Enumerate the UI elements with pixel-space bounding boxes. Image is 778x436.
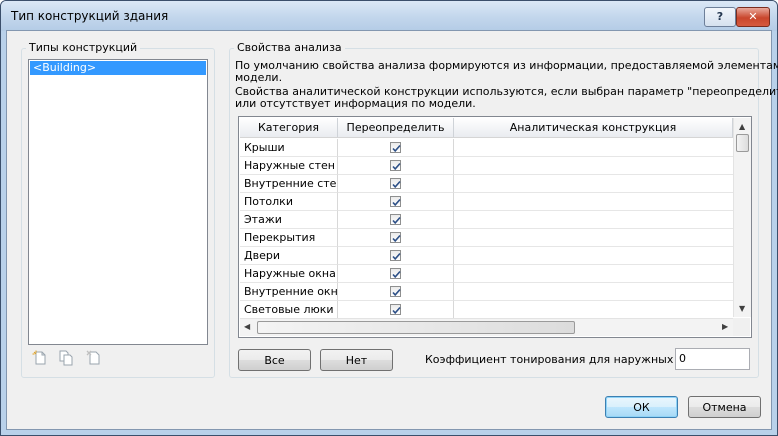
vertical-scroll-thumb[interactable]	[736, 134, 749, 152]
override-checkbox[interactable]	[390, 268, 401, 279]
construction-cell[interactable]	[454, 247, 733, 265]
construction-cell[interactable]	[454, 301, 733, 319]
category-cell: Этажи	[240, 211, 338, 229]
select-all-button[interactable]: Все	[238, 349, 311, 371]
scroll-right-icon[interactable]: ▶	[722, 322, 728, 331]
checkmark-icon	[392, 162, 401, 171]
scroll-up-icon[interactable]: ▲	[739, 122, 745, 131]
category-cell: Внутренние окн	[240, 283, 338, 301]
category-cell: Световые люки	[240, 301, 338, 319]
override-checkbox[interactable]	[390, 196, 401, 207]
override-checkbox[interactable]	[390, 142, 401, 153]
checkmark-icon	[392, 144, 401, 153]
analysis-description-line-1: По умолчанию свойства анализа формируютс…	[235, 59, 778, 72]
table-row[interactable]: Потолки	[240, 193, 733, 211]
help-button[interactable]: ?	[704, 7, 736, 27]
column-header-construction[interactable]: Аналитическая конструкция	[454, 118, 733, 138]
new-type-icon[interactable]	[32, 350, 48, 366]
checkmark-icon	[392, 270, 401, 279]
vertical-scrollbar[interactable]: ▲ ▼	[733, 118, 751, 317]
override-cell	[338, 229, 454, 247]
table-row[interactable]: Световые люки	[240, 301, 733, 319]
checkmark-icon	[392, 216, 401, 225]
checkmark-icon	[392, 234, 401, 243]
ok-button[interactable]: ОК	[605, 396, 678, 418]
category-cell: Крыши	[240, 139, 338, 157]
construction-cell[interactable]	[454, 157, 733, 175]
category-cell: Внутренние стен	[240, 175, 338, 193]
types-group-title: Типы конструкций	[26, 41, 141, 54]
horizontal-scrollbar[interactable]: ◀ ▶	[240, 318, 733, 336]
horizontal-scroll-thumb[interactable]	[257, 321, 575, 334]
override-cell	[338, 283, 454, 301]
delete-type-icon[interactable]	[86, 350, 102, 366]
checkmark-icon	[392, 180, 401, 189]
override-cell	[338, 139, 454, 157]
construction-cell[interactable]	[454, 265, 733, 283]
checkmark-icon	[392, 288, 401, 297]
select-none-button[interactable]: Нет	[320, 349, 393, 371]
override-cell	[338, 157, 454, 175]
analysis-group-title: Свойства анализа	[234, 41, 345, 54]
construction-cell[interactable]	[454, 193, 733, 211]
override-cell	[338, 265, 454, 283]
table-row[interactable]: Внутренние стен	[240, 175, 733, 193]
close-button[interactable]: ✕	[736, 7, 770, 27]
construction-cell[interactable]	[454, 229, 733, 247]
column-header-category[interactable]: Категория	[240, 118, 338, 138]
window-title: Тип конструкций здания	[11, 9, 169, 23]
analysis-description-line-4: или отсутствует информация по модели.	[235, 97, 476, 110]
override-cell	[338, 301, 454, 319]
category-cell: Потолки	[240, 193, 338, 211]
checkmark-icon	[392, 198, 401, 207]
table-row[interactable]: Двери	[240, 247, 733, 265]
category-cell: Двери	[240, 247, 338, 265]
title-bar[interactable]: Тип конструкций здания ? ✕	[1, 1, 777, 31]
analysis-description-line-2: модели.	[235, 71, 283, 84]
construction-cell[interactable]	[454, 175, 733, 193]
copy-type-icon[interactable]	[58, 350, 74, 366]
override-checkbox[interactable]	[390, 178, 401, 189]
override-cell	[338, 193, 454, 211]
table-row[interactable]: Перекрытия	[240, 229, 733, 247]
override-cell	[338, 247, 454, 265]
override-checkbox[interactable]	[390, 160, 401, 171]
scroll-down-icon[interactable]: ▼	[739, 304, 745, 313]
construction-cell[interactable]	[454, 211, 733, 229]
table-row[interactable]: Этажи	[240, 211, 733, 229]
override-checkbox[interactable]	[390, 232, 401, 243]
checkmark-icon	[392, 252, 401, 261]
types-list-item[interactable]: <Building>	[30, 61, 206, 75]
scrollbar-corner	[733, 318, 750, 336]
shading-coefficient-input[interactable]: 0	[675, 348, 750, 370]
shading-coefficient-label: Коэффициент тонирования для наружных око…	[425, 353, 708, 366]
category-cell: Наружные окна	[240, 265, 338, 283]
category-cell: Перекрытия	[240, 229, 338, 247]
scroll-left-icon[interactable]: ◀	[244, 322, 250, 331]
table-row[interactable]: Внутренние окн	[240, 283, 733, 301]
override-checkbox[interactable]	[390, 214, 401, 225]
types-list[interactable]: <Building>	[28, 59, 208, 345]
override-checkbox[interactable]	[390, 304, 401, 315]
checkmark-icon	[392, 306, 401, 315]
construction-cell[interactable]	[454, 139, 733, 157]
category-cell: Наружные стен	[240, 157, 338, 175]
override-checkbox[interactable]	[390, 250, 401, 261]
override-cell	[338, 211, 454, 229]
table-row[interactable]: Наружные окна	[240, 265, 733, 283]
table-row[interactable]: Крыши	[240, 139, 733, 157]
column-header-override[interactable]: Переопределить	[338, 118, 454, 138]
construction-cell[interactable]	[454, 283, 733, 301]
cancel-button[interactable]: Отмена	[688, 396, 761, 418]
override-cell	[338, 175, 454, 193]
construction-grid: Категория Переопределить Аналитическая к…	[238, 116, 752, 338]
table-row[interactable]: Наружные стен	[240, 157, 733, 175]
override-checkbox[interactable]	[390, 286, 401, 297]
